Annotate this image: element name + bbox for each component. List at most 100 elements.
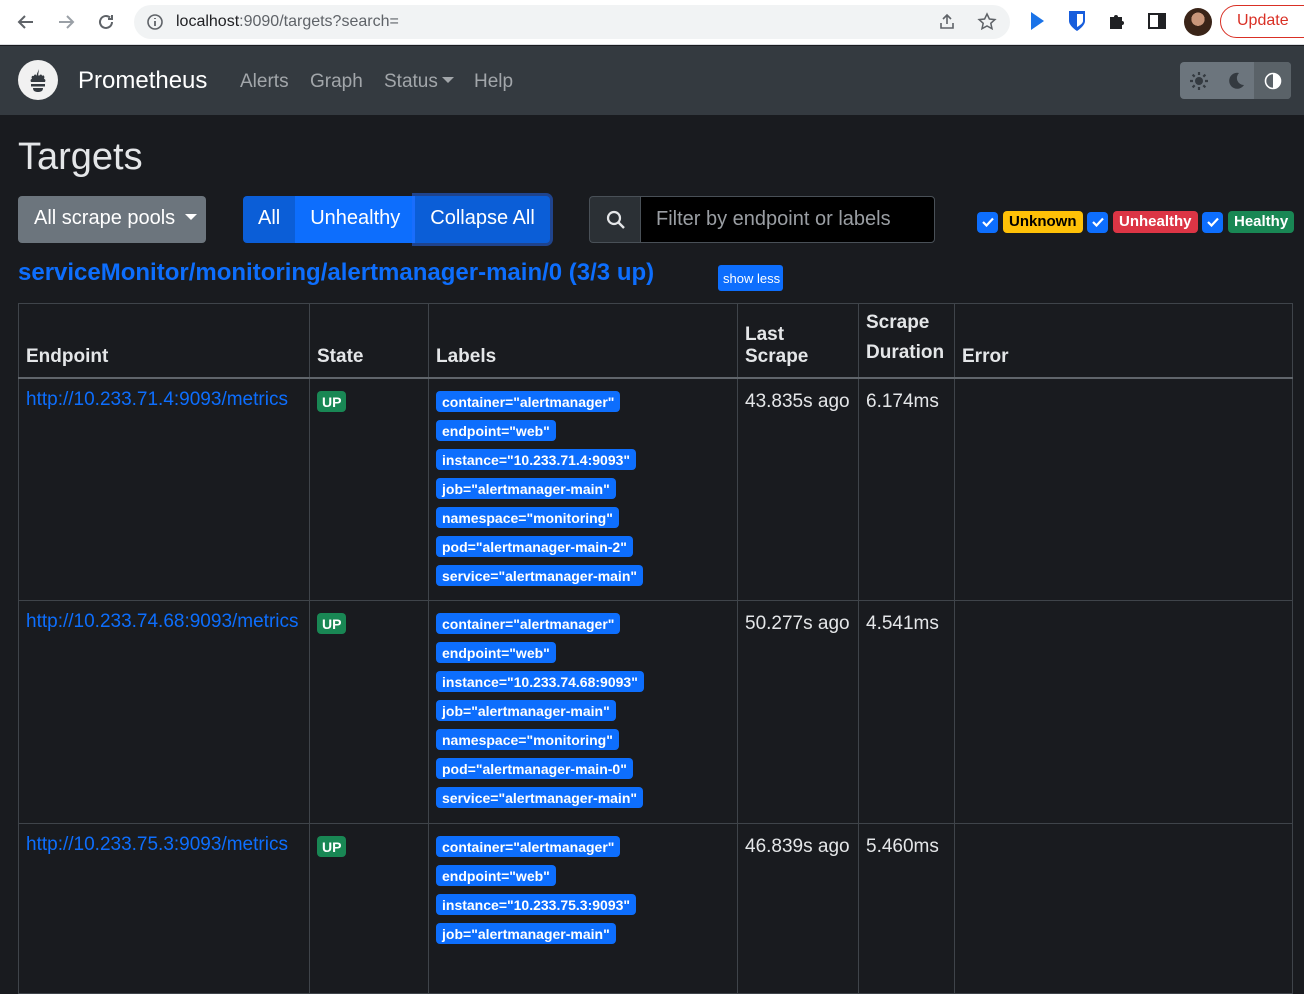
label-badge: container="alertmanager" [436,613,621,634]
error-cell [954,823,1293,994]
labels-cell: container="alertmanager" endpoint="web" … [428,600,738,824]
state-cell: UP [309,600,429,824]
light-theme-button[interactable] [1180,62,1217,99]
collapse-all-button[interactable]: Collapse All [415,196,550,243]
nav-help[interactable]: Help [474,71,513,93]
side-panel-icon[interactable] [1146,10,1168,32]
label-badge: endpoint="web" [436,419,556,441]
dark-theme-button[interactable] [1217,62,1254,99]
scrape-pool-title[interactable]: serviceMonitor/monitoring/alertmanager-m… [18,259,654,287]
endpoint-filter-input[interactable] [640,196,935,243]
label-badge: endpoint="web" [436,865,556,886]
targets-table: Endpoint State Labels Last Scrape Scrape… [18,303,1293,994]
endpoint-cell: http://10.233.71.4:9093/metrics [18,377,310,601]
scrape-duration-cell: 4.541ms [858,600,955,824]
label-badge: instance="10.233.71.4:9093" [436,448,637,470]
moon-icon [1228,72,1244,89]
healthy-badge: Healthy [1228,211,1295,233]
address-bar[interactable]: localhost:9090/targets?search= [134,5,1010,39]
label-badge: job="alertmanager-main" [436,923,616,944]
labels-cell: container="alertmanager" endpoint="web" … [428,377,738,601]
label-badge: service="alertmanager-main" [436,564,644,586]
label-badge: container="alertmanager" [436,390,621,412]
bookmark-star-icon[interactable] [977,12,997,32]
endpoint-link[interactable]: http://10.233.75.3:9093/metrics [26,830,302,860]
label-badge: pod="alertmanager-main-2" [436,535,633,557]
label-badge: instance="10.233.74.68:9093" [436,671,644,692]
show-less-button[interactable]: show less [718,265,783,291]
column-scrape-duration: Scrape Duration [858,303,955,379]
puzzle-extensions-icon[interactable] [1106,10,1128,32]
state-up-badge: UP [317,613,347,634]
label-badge: pod="alertmanager-main-0" [436,758,633,779]
state-cell: UP [309,823,429,994]
back-arrow-icon[interactable] [12,8,40,36]
bitwarden-extension-icon[interactable] [1066,10,1088,32]
page-title: Targets [18,136,143,178]
label-badge: endpoint="web" [436,642,556,663]
table-row: http://10.233.71.4:9093/metrics UP conta… [18,377,1293,601]
unhealthy-badge: Unhealthy [1113,211,1198,233]
labels-cell: container="alertmanager" endpoint="web" … [428,823,738,994]
column-error: Error [954,303,1293,379]
app-navbar: Prometheus Alerts Graph Status Help [0,46,1304,115]
table-header-row: Endpoint State Labels Last Scrape Scrape… [18,303,1293,379]
reload-icon[interactable] [92,8,120,36]
scrape-pool-dropdown[interactable]: All scrape pools [18,196,206,243]
checkbox-checked-icon[interactable] [1087,211,1108,233]
state-cell: UP [309,377,429,601]
healthy-filter[interactable]: Healthy [1202,211,1295,233]
endpoint-link[interactable]: http://10.233.71.4:9093/metrics [26,385,302,415]
state-up-badge: UP [317,836,347,857]
last-scrape-cell: 50.277s ago [737,600,859,824]
checkbox-checked-icon[interactable] [1202,211,1223,233]
nav-status[interactable]: Status [384,71,454,93]
state-up-badge: UP [317,390,347,412]
share-icon[interactable] [937,12,957,32]
nav-graph[interactable]: Graph [310,71,363,93]
search-icon [589,196,641,243]
unknown-badge: Unknown [1003,211,1083,233]
last-scrape-cell: 43.835s ago [737,377,859,601]
update-button[interactable]: Update [1220,5,1304,38]
site-info-icon[interactable] [146,13,164,31]
theme-toggle-group [1180,62,1291,99]
all-button[interactable]: All [243,196,296,243]
unhealthy-button[interactable]: Unhealthy [295,196,416,243]
endpoint-cell: http://10.233.75.3:9093/metrics [18,823,310,994]
label-badge: job="alertmanager-main" [436,700,616,721]
contrast-icon [1264,72,1281,89]
scrape-pool-dropdown-label: All scrape pools [34,207,176,229]
prometheus-logo-icon[interactable] [18,60,58,100]
chevron-down-icon [441,77,454,84]
label-badge: service="alertmanager-main" [436,787,644,808]
auto-theme-button[interactable] [1254,62,1291,99]
error-cell [954,600,1293,824]
endpoint-link[interactable]: http://10.233.74.68:9093/metrics [26,607,302,637]
label-badge: instance="10.233.75.3:9093" [436,894,637,915]
profile-avatar[interactable] [1184,8,1212,36]
table-row: http://10.233.74.68:9093/metrics UP cont… [18,600,1293,824]
nav-status-label: Status [384,71,438,92]
nav-alerts[interactable]: Alerts [240,71,289,93]
label-badge: namespace="monitoring" [436,729,619,750]
brand-name[interactable]: Prometheus [78,67,207,95]
unhealthy-filter[interactable]: Unhealthy [1087,211,1198,233]
scrape-duration-cell: 5.460ms [858,823,955,994]
browser-toolbar: localhost:9090/targets?search= Update [0,0,1304,45]
chevron-down-icon [184,214,197,221]
column-labels: Labels [428,303,738,379]
label-badge: namespace="monitoring" [436,506,619,528]
unknown-filter[interactable]: Unknown [977,211,1083,233]
table-row: http://10.233.75.3:9093/metrics UP conta… [18,823,1293,994]
checkbox-checked-icon[interactable] [977,211,998,233]
endpoint-cell: http://10.233.74.68:9093/metrics [18,600,310,824]
label-badge: container="alertmanager" [436,836,621,857]
url-text[interactable]: localhost:9090/targets?search= [176,13,399,31]
error-cell [954,377,1293,601]
last-scrape-cell: 46.839s ago [737,823,859,994]
column-last-scrape: Last Scrape [737,303,859,379]
forward-arrow-icon[interactable] [52,8,80,36]
pointer-extension-icon[interactable] [1026,10,1048,32]
column-state: State [309,303,429,379]
